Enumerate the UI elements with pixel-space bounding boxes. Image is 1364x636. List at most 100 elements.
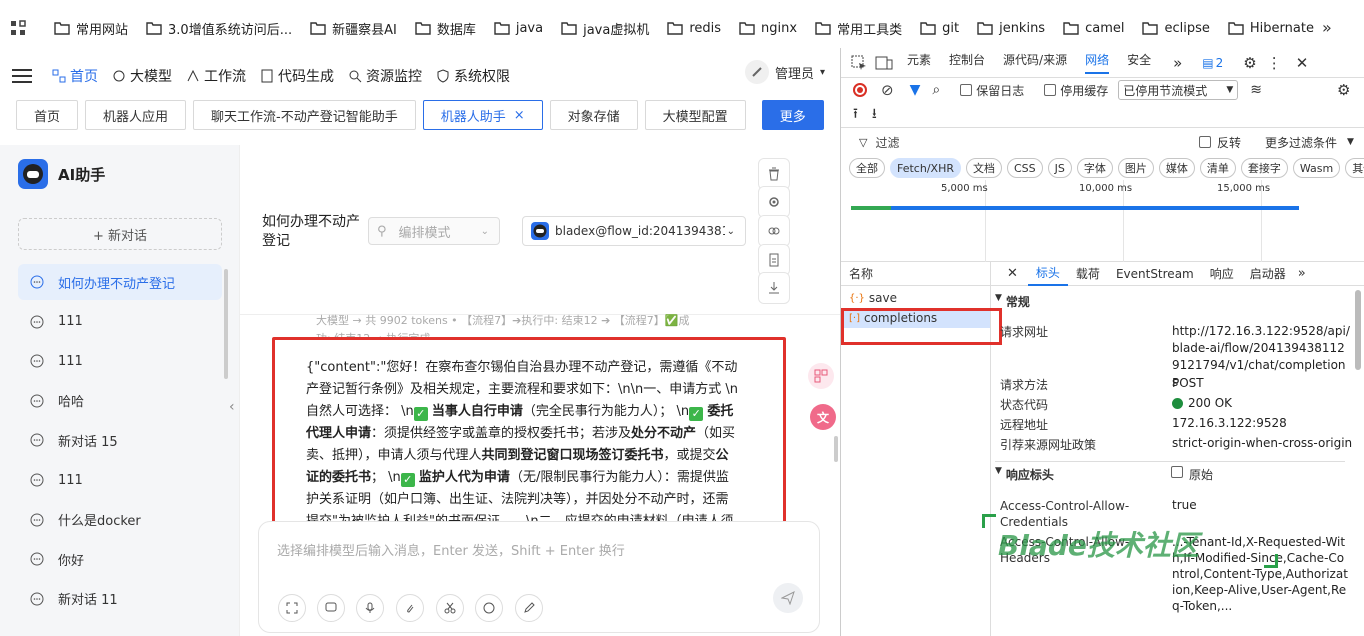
filter-input[interactable]: 过滤 <box>875 134 899 151</box>
bookmark-item[interactable]: Hibernate <box>1228 21 1314 36</box>
bookmark-item[interactable]: camel <box>1063 21 1124 36</box>
bookmark-item[interactable]: git <box>920 21 959 36</box>
bookmark-item[interactable]: 常用网站 <box>54 19 128 38</box>
more-button[interactable]: 更多 <box>761 100 824 130</box>
bookmark-item[interactable]: 3.0增值系统访问后... <box>146 19 292 38</box>
request-detail-tab[interactable]: EventStream <box>1108 262 1202 286</box>
chat-history-item[interactable]: 哈哈 <box>18 383 222 419</box>
type-filter-chip[interactable]: 其他 <box>1345 158 1364 178</box>
bookmark-item[interactable]: jenkins <box>977 21 1045 36</box>
raw-checkbox[interactable] <box>1170 466 1183 478</box>
request-detail-tab[interactable]: 响应 <box>1202 262 1242 286</box>
clear-icon[interactable]: ⊘ <box>881 81 894 99</box>
apps-float-button[interactable] <box>808 363 834 389</box>
new-chat-button[interactable]: + 新对话 <box>18 218 222 250</box>
chat-history-item[interactable]: 111 <box>18 304 222 340</box>
response-headers-section-header[interactable]: ▼ 响应标头 原始 <box>995 461 1345 483</box>
device-toggle-icon[interactable] <box>875 55 893 71</box>
bookmark-item[interactable]: 常用工具类 <box>815 19 902 38</box>
upload-icon[interactable]: ⭱ <box>853 103 858 127</box>
bookmark-item[interactable]: java <box>494 21 543 36</box>
disable-cache-checkbox[interactable] <box>1044 84 1057 96</box>
close-icon[interactable]: ✕ <box>1007 266 1018 281</box>
invert-checkbox[interactable] <box>1199 136 1211 148</box>
issues-badge[interactable]: ▤ 2 <box>1202 56 1223 70</box>
request-detail-tab[interactable]: 启动器 <box>1242 262 1294 286</box>
mode-select[interactable]: ⚲ 编排模式 ⌄ <box>368 217 500 245</box>
chat-history-item[interactable]: 111 <box>18 343 222 379</box>
settings-button[interactable] <box>758 186 790 218</box>
type-filter-chip[interactable]: 全部 <box>849 158 885 178</box>
type-filter-chip[interactable]: 图片 <box>1117 158 1154 178</box>
chat-history-item[interactable]: 新对话 11 <box>18 581 222 617</box>
preserve-log-checkbox[interactable] <box>960 84 973 96</box>
bookmark-item[interactable]: nginx <box>739 21 797 36</box>
tab-object-storage[interactable]: 对象存储 <box>549 100 638 130</box>
download-icon[interactable]: ⭳ <box>872 103 877 127</box>
cut-button[interactable] <box>436 594 464 622</box>
collapse-sidebar-icon[interactable]: ‹ <box>229 399 235 415</box>
type-filter-chip[interactable]: 媒体 <box>1158 158 1195 178</box>
filter-icon[interactable]: ▼ <box>910 82 921 98</box>
type-filter-chip[interactable]: JS <box>1047 158 1072 178</box>
nav-home[interactable]: 首页 <box>52 66 98 86</box>
close-devtools-icon[interactable]: ✕ <box>1296 54 1309 72</box>
general-section-header[interactable]: ▼ 常规 <box>995 293 1030 310</box>
bookmark-item[interactable]: 新疆察县AI <box>310 19 397 38</box>
send-button[interactable] <box>773 583 803 613</box>
devtools-scrollbar[interactable] <box>1355 290 1361 370</box>
tab-home[interactable]: 首页 <box>16 100 79 130</box>
bookmark-item[interactable]: redis <box>667 21 721 36</box>
nav-workflow[interactable]: 工作流 <box>186 66 246 86</box>
request-detail-tab[interactable]: 载荷 <box>1068 262 1108 286</box>
more-tabs-icon[interactable]: » <box>1298 266 1306 281</box>
flow-select[interactable]: bladex@flow_id:2041394381 ⌄ <box>522 216 746 246</box>
chat-button[interactable] <box>317 594 345 622</box>
chat-scrollbar[interactable] <box>834 436 838 462</box>
network-settings-icon[interactable]: ⚙ <box>1337 81 1350 99</box>
type-filter-chip[interactable]: Wasm <box>1292 158 1341 178</box>
nav-model[interactable]: 大模型 <box>112 66 172 86</box>
chat-history-item[interactable]: 新对话 15 <box>18 422 222 458</box>
throttle-select[interactable]: 已停用节流模式 ▼ <box>1118 80 1239 100</box>
bookmark-item[interactable]: eclipse <box>1142 21 1210 36</box>
record-icon[interactable] <box>853 83 867 97</box>
devtools-tab[interactable]: 源代码/来源 <box>1003 51 1067 74</box>
download-button[interactable] <box>758 272 790 304</box>
devtools-tab[interactable]: 控制台 <box>949 51 985 74</box>
devtools-tab[interactable]: 元素 <box>907 51 931 74</box>
type-filter-chip[interactable]: 字体 <box>1076 158 1113 178</box>
type-filter-chip[interactable]: CSS <box>1006 158 1043 178</box>
bookmark-item[interactable]: 数据库 <box>415 19 476 38</box>
bookmarks-overflow-icon[interactable]: » <box>1322 18 1332 37</box>
nav-permissions[interactable]: 系统权限 <box>436 66 510 86</box>
type-filter-chip[interactable]: 套接字 <box>1240 158 1288 178</box>
translate-float-button[interactable]: 文 <box>810 404 836 430</box>
type-filter-chip[interactable]: Fetch/XHR <box>890 158 961 178</box>
nav-monitor[interactable]: 资源监控 <box>348 66 422 86</box>
apps-icon[interactable] <box>10 20 26 36</box>
request-row-save[interactable]: {·} save <box>841 288 990 308</box>
nav-codegen[interactable]: 代码生成 <box>260 66 334 86</box>
edit-button[interactable] <box>515 594 543 622</box>
sidebar-scrollbar[interactable] <box>224 269 228 379</box>
type-filter-chip[interactable]: 清单 <box>1199 158 1236 178</box>
github-button[interactable] <box>475 594 503 622</box>
request-detail-tab[interactable]: 标头 <box>1027 262 1068 286</box>
more-filters-button[interactable]: 更多过滤条件 <box>1265 134 1337 151</box>
more-tabs-icon[interactable]: » <box>1173 54 1182 72</box>
bookmark-item[interactable]: java虚拟机 <box>561 19 649 38</box>
chat-history-item[interactable]: 111 <box>18 462 222 498</box>
message-input[interactable]: 选择编排模型后输入消息，Enter 发送，Shift + Enter 换行 <box>277 540 625 559</box>
inspect-icon[interactable] <box>851 55 867 71</box>
chat-history-item[interactable]: 你好 <box>18 541 222 577</box>
gear-icon[interactable]: ⚙ <box>1243 54 1256 72</box>
wifi-icon[interactable]: ≋ <box>1250 82 1262 98</box>
chat-history-item[interactable]: 如何办理不动产登记 <box>18 264 222 300</box>
voice-button[interactable] <box>356 594 384 622</box>
tab-chat-workflow[interactable]: 聊天工作流-不动产登记智能助手 <box>193 100 416 130</box>
kebab-menu-icon[interactable]: ⋮ <box>1267 54 1282 72</box>
tab-bot-assistant[interactable]: 机器人助手 × <box>422 100 543 130</box>
devtools-tab[interactable]: 安全 <box>1127 51 1151 74</box>
close-icon[interactable]: × <box>514 108 525 123</box>
